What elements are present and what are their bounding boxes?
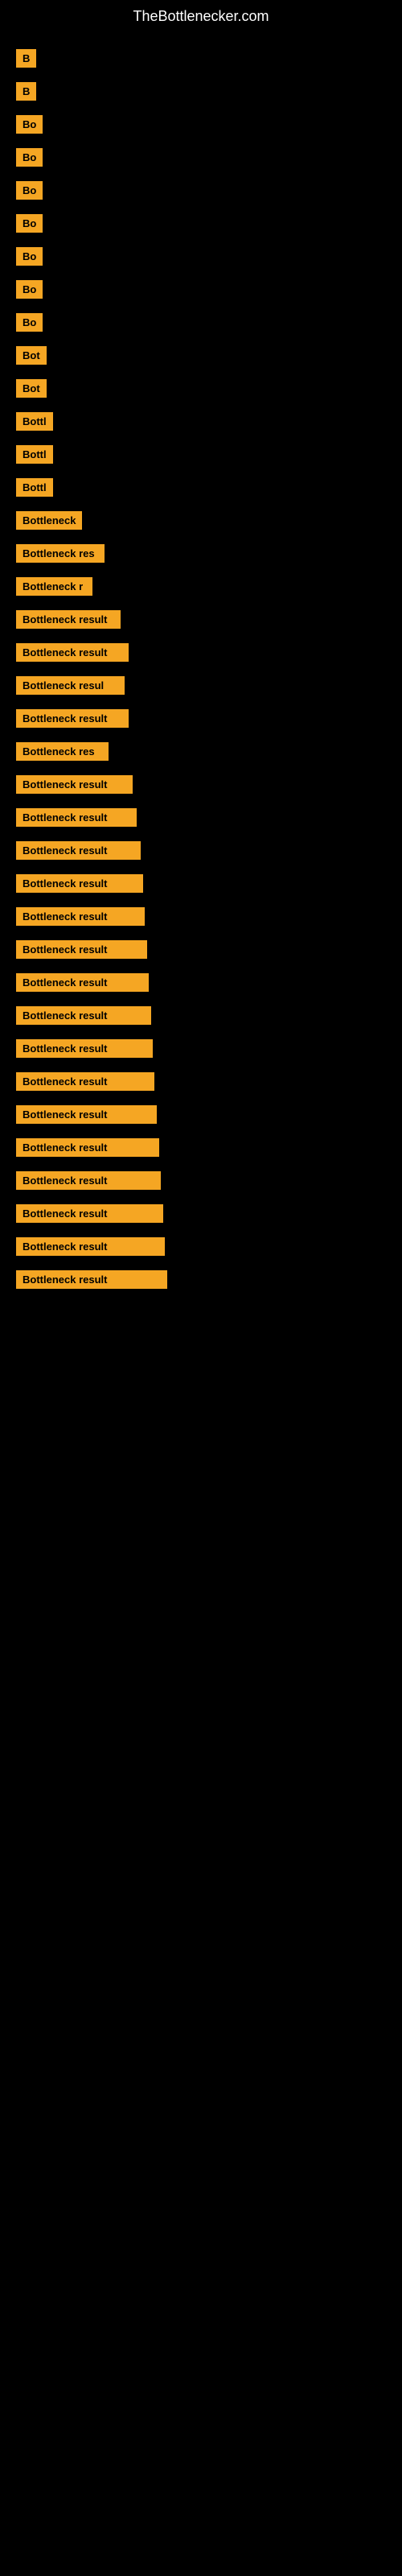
- result-item: Bot: [16, 379, 386, 398]
- result-item: Bottleneck result: [16, 1171, 386, 1190]
- result-item: Bottleneck result: [16, 1039, 386, 1058]
- result-item: Bottleneck result: [16, 1237, 386, 1256]
- bottleneck-result-badge: Bot: [16, 346, 47, 365]
- bottleneck-result-badge: Bottleneck result: [16, 1204, 163, 1223]
- bottleneck-result-badge: Bottleneck result: [16, 973, 149, 992]
- result-item: Bottl: [16, 445, 386, 464]
- result-item: Bot: [16, 346, 386, 365]
- result-item: Bottleneck result: [16, 1072, 386, 1091]
- result-item: Bottleneck result: [16, 643, 386, 662]
- result-item: Bottleneck result: [16, 1204, 386, 1223]
- bottleneck-result-badge: Bottl: [16, 478, 53, 497]
- result-item: B: [16, 82, 386, 101]
- result-item: Bottleneck result: [16, 1270, 386, 1289]
- result-item: Bottleneck result: [16, 808, 386, 827]
- bottleneck-result-badge: Bo: [16, 313, 43, 332]
- bottleneck-result-badge: Bo: [16, 115, 43, 134]
- bottleneck-result-badge: Bottleneck result: [16, 1270, 167, 1289]
- result-item: Bo: [16, 214, 386, 233]
- result-item: Bottleneck resul: [16, 676, 386, 695]
- result-item: Bottleneck: [16, 511, 386, 530]
- site-title: TheBottlenecker.com: [0, 0, 402, 41]
- result-item: Bottleneck result: [16, 841, 386, 860]
- bottleneck-result-badge: Bottleneck result: [16, 874, 143, 893]
- bottleneck-result-badge: Bo: [16, 247, 43, 266]
- result-item: Bottleneck result: [16, 610, 386, 629]
- result-item: B: [16, 49, 386, 68]
- bottleneck-result-badge: Bottleneck res: [16, 544, 105, 563]
- bottleneck-result-badge: Bo: [16, 280, 43, 299]
- bottleneck-result-badge: Bottleneck result: [16, 610, 121, 629]
- result-item: Bottleneck result: [16, 1006, 386, 1025]
- bottleneck-result-badge: Bottl: [16, 412, 53, 431]
- result-item: Bo: [16, 148, 386, 167]
- bottleneck-result-badge: Bo: [16, 148, 43, 167]
- bottleneck-result-badge: Bottleneck result: [16, 1171, 161, 1190]
- bottleneck-result-badge: Bottleneck result: [16, 907, 145, 926]
- bottleneck-result-badge: Bo: [16, 214, 43, 233]
- result-item: Bottleneck result: [16, 874, 386, 893]
- result-item: Bottleneck result: [16, 1105, 386, 1124]
- bottleneck-result-badge: Bottleneck result: [16, 940, 147, 959]
- result-item: Bottleneck result: [16, 1138, 386, 1157]
- result-item: Bottleneck result: [16, 775, 386, 794]
- result-item: Bo: [16, 313, 386, 332]
- result-item: Bottleneck result: [16, 907, 386, 926]
- bottleneck-result-badge: Bottleneck result: [16, 1237, 165, 1256]
- result-item: Bottleneck r: [16, 577, 386, 596]
- result-item: Bottleneck result: [16, 973, 386, 992]
- bottleneck-result-badge: Bottleneck result: [16, 1105, 157, 1124]
- bottleneck-result-badge: Bottleneck res: [16, 742, 109, 761]
- bottleneck-result-badge: Bottleneck result: [16, 1039, 153, 1058]
- bottleneck-result-badge: Bottleneck resul: [16, 676, 125, 695]
- bottleneck-result-badge: Bottleneck: [16, 511, 82, 530]
- bottleneck-result-badge: B: [16, 49, 36, 68]
- bottleneck-result-badge: Bottleneck result: [16, 1006, 151, 1025]
- bottleneck-result-badge: Bottleneck result: [16, 709, 129, 728]
- result-item: Bottleneck res: [16, 742, 386, 761]
- result-item: Bottleneck result: [16, 709, 386, 728]
- bottleneck-result-badge: Bo: [16, 181, 43, 200]
- result-item: Bo: [16, 181, 386, 200]
- result-item: Bottleneck res: [16, 544, 386, 563]
- bottleneck-result-badge: Bottleneck result: [16, 775, 133, 794]
- bottleneck-result-badge: Bottleneck result: [16, 841, 141, 860]
- result-item: Bottleneck result: [16, 940, 386, 959]
- bottleneck-result-badge: Bottleneck result: [16, 808, 137, 827]
- results-container: BB Bo Bo Bo Bo Bo Bo Bo Bot Bot Bottl Bottl Bottl Bot…: [0, 41, 402, 1311]
- bottleneck-result-badge: B: [16, 82, 36, 101]
- bottleneck-result-badge: Bottl: [16, 445, 53, 464]
- result-item: Bottl: [16, 412, 386, 431]
- bottleneck-result-badge: Bottleneck r: [16, 577, 92, 596]
- bottleneck-result-badge: Bot: [16, 379, 47, 398]
- result-item: Bottl: [16, 478, 386, 497]
- bottleneck-result-badge: Bottleneck result: [16, 643, 129, 662]
- result-item: Bo: [16, 280, 386, 299]
- result-item: Bo: [16, 247, 386, 266]
- result-item: Bo: [16, 115, 386, 134]
- bottleneck-result-badge: Bottleneck result: [16, 1138, 159, 1157]
- bottleneck-result-badge: Bottleneck result: [16, 1072, 154, 1091]
